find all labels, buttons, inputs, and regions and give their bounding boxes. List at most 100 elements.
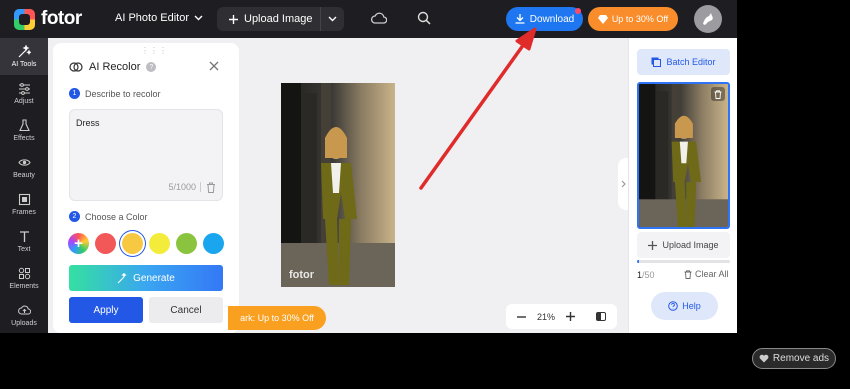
color-swatch[interactable] [203,233,224,254]
rail-item-frames[interactable]: Frames [0,186,48,223]
avatar[interactable] [694,5,722,33]
fotor-logo[interactable]: fotor [14,8,82,30]
recolor-description-input[interactable]: Dress 5/1000 [69,109,223,201]
collapse-panel-handle[interactable] [618,158,628,210]
help-button[interactable]: Help [651,292,718,320]
trash-icon[interactable] [206,182,216,193]
trash-icon [684,269,692,279]
image-thumbnail[interactable] [637,82,730,229]
logo-text: fotor [41,8,82,29]
right-panel: Batch Editor Upload Image 1/50 Clear All… [628,38,737,333]
editor-menu[interactable]: AI Photo Editor [115,12,203,24]
flask-icon [18,119,30,132]
zoom-value: 21% [536,311,555,322]
color-swatch[interactable] [95,233,116,254]
zoom-in-button[interactable] [556,312,584,321]
notification-dot [575,8,581,14]
upload-group: Upload Image [217,7,344,31]
canvas-photo[interactable]: fotor [281,83,395,287]
cancel-button[interactable]: Cancel [149,297,223,323]
upload-image-button[interactable]: Upload Image [217,7,321,31]
search-icon[interactable] [417,11,431,25]
color-swatch[interactable] [149,233,170,254]
rail-item-ai-tools[interactable]: AI Tools [0,38,48,75]
sliders-icon [18,83,30,95]
char-counter: 5/1000 [168,182,196,192]
zoom-out-button[interactable] [506,315,536,318]
diamond-icon [597,14,608,24]
heart-icon [759,354,769,363]
promo-button[interactable]: Up to 30% Off [588,7,678,31]
ai-recolor-panel: ⋮⋮⋮ AI Recolor ? 1 Describe to recolor D… [53,43,239,333]
promo-banner[interactable]: ark: Up to 30% Off [228,306,326,330]
batch-editor-label: Batch Editor [666,57,716,67]
clear-all-label: Clear All [695,269,729,279]
step-choose-color: 2 Choose a Color [69,211,148,222]
apply-label: Apply [93,304,119,316]
generate-label: Generate [133,272,175,284]
zoom-controls: 21% [506,304,617,329]
rail-item-beauty[interactable]: Beauty [0,149,48,186]
color-swatch[interactable] [176,233,197,254]
magic-wand-icon [117,272,127,283]
bird-avatar-icon [703,13,713,25]
chevron-right-icon [621,180,626,188]
text-icon [19,231,29,242]
help-label: Help [682,301,701,311]
rail-item-effects[interactable]: Effects [0,112,48,149]
editor-menu-label: AI Photo Editor [115,12,189,24]
frame-icon [18,193,30,206]
recolor-icon [69,62,83,72]
clear-all-button[interactable]: Clear All [684,269,729,279]
rail-item-adjust[interactable]: Adjust [0,75,48,112]
rail-label: Text [17,246,31,253]
generate-button[interactable]: Generate [69,265,223,291]
step-label: Describe to recolor [85,88,161,99]
download-label: Download [529,13,575,25]
panel-title: AI Recolor ? [69,61,157,73]
rail-label: Elements [9,283,39,290]
screenshot: fotor AI Photo Editor Upload Image Downl… [0,0,850,389]
rail-item-text[interactable]: Text [0,223,48,260]
rail-label: Uploads [11,320,37,327]
remove-ads-button[interactable]: Remove ads [752,348,836,369]
watermark: fotor [289,269,315,281]
plus-icon [648,240,658,250]
thumbnail-illustration [639,84,728,227]
trash-icon [714,89,722,99]
apply-button[interactable]: Apply [69,297,143,323]
batch-editor-button[interactable]: Batch Editor [637,49,730,75]
cloud-icon[interactable] [371,12,387,24]
plus-icon [565,312,575,321]
help-icon[interactable]: ? [146,62,157,72]
custom-color-picker[interactable]: + [68,233,89,254]
delete-thumbnail-button[interactable] [711,87,725,101]
count-total: /50 [642,270,655,280]
close-icon[interactable] [209,61,219,71]
step-number: 1 [69,88,80,99]
minus-icon [516,315,526,318]
drag-handle[interactable]: ⋮⋮⋮ [141,46,168,55]
promo-label: Up to 30% Off [611,14,669,24]
upload-progress-bar [637,260,730,263]
divider [200,182,201,192]
color-swatch[interactable] [122,233,143,254]
upload-image-label: Upload Image [244,13,313,25]
upload-image-button-secondary[interactable]: Upload Image [637,232,730,258]
rail-item-uploads[interactable]: Uploads [0,297,48,333]
magic-wand-icon [18,45,31,58]
question-icon [668,301,679,311]
panel-title-text: AI Recolor [89,61,141,73]
download-button[interactable]: Download [506,7,583,31]
progress-fill [637,260,639,263]
shapes-icon [18,267,30,280]
rail-label: Beauty [13,172,35,179]
upload-options-button[interactable] [321,7,344,31]
upload-cloud-icon [17,305,31,315]
remove-ads-label: Remove ads [772,353,830,364]
compare-button[interactable] [584,312,617,321]
rail-item-elements[interactable]: Elements [0,260,48,297]
download-icon [515,14,525,24]
image-count: 1/50 [637,270,655,280]
woman-figure-illustration [281,83,395,287]
